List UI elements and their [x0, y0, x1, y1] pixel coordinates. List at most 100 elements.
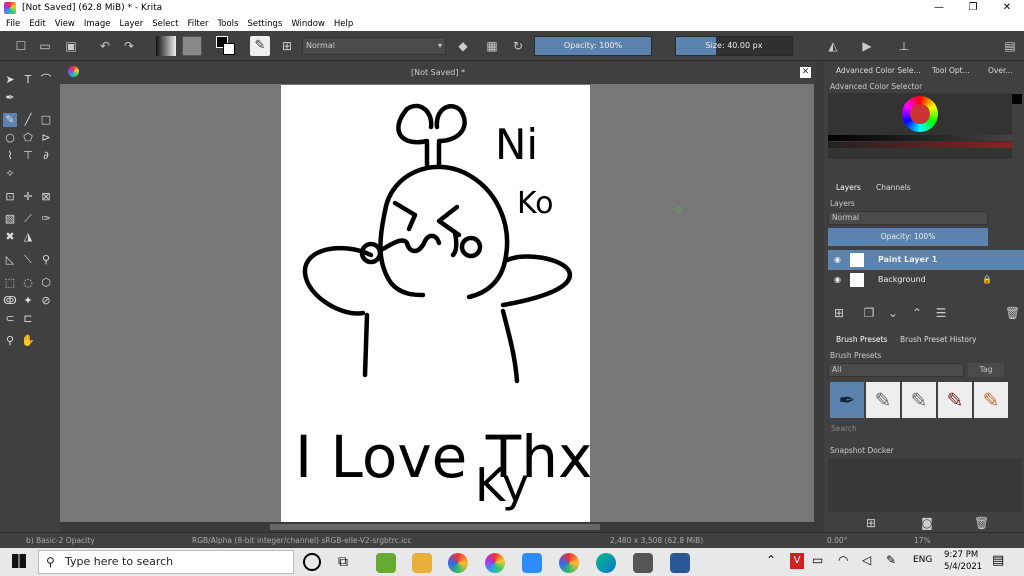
menu-image[interactable]: Image	[84, 19, 111, 29]
drawing-canvas[interactable]: Ni Ko I Love Thx Ky	[281, 85, 590, 522]
similar-selection-icon[interactable]: ⊘	[39, 294, 53, 308]
bezier-tool-icon[interactable]: ⌇	[3, 149, 17, 163]
color-picker-tool-icon[interactable]: ⟋	[21, 212, 35, 226]
text-tool-icon[interactable]: T	[21, 73, 35, 87]
cortana-icon[interactable]	[303, 553, 321, 571]
krita-taskbar-icon[interactable]	[485, 553, 505, 573]
layer-blend-select[interactable]: Normal	[828, 211, 988, 225]
add-layer-icon[interactable]: ⊞	[832, 306, 846, 320]
tab-tool-options[interactable]: Tool Opt...	[932, 64, 970, 78]
tab-layers[interactable]: Layers	[836, 181, 861, 195]
chrome-icon-2[interactable]	[559, 553, 579, 573]
line-tool-icon[interactable]: ╱	[21, 113, 35, 127]
clock-date[interactable]: 5/4/2021	[944, 562, 982, 572]
wrap-around-icon[interactable]: ⊥	[897, 39, 911, 53]
move-layer-down-icon[interactable]: ⌄	[886, 306, 900, 320]
visibility-eye-icon[interactable]: ◉	[834, 270, 841, 290]
current-color-swatch[interactable]	[1012, 94, 1022, 104]
windows-start-icon[interactable]	[12, 554, 26, 568]
delete-snapshot-icon[interactable]: 🗑	[974, 516, 989, 530]
layer-opacity-slider[interactable]: Opacity: 100%	[828, 228, 988, 246]
menu-window[interactable]: Window	[291, 19, 325, 29]
polygonal-selection-icon[interactable]: ⬡	[39, 276, 53, 290]
rectangle-tool-icon[interactable]: □	[39, 113, 53, 127]
preserve-alpha-icon[interactable]: ▦	[485, 39, 499, 53]
magnetic-selection-icon[interactable]: ⊏	[21, 312, 35, 326]
tab-channels[interactable]: Channels	[876, 181, 911, 195]
new-document-icon[interactable]: ☐	[14, 39, 28, 53]
reload-preset-icon[interactable]: ↻	[511, 39, 525, 53]
freehand-selection-icon[interactable]: ↂ	[3, 294, 17, 308]
freehand-brush-tool-icon[interactable]: ✎	[3, 113, 17, 127]
color-selector-area[interactable]	[828, 93, 1012, 159]
move-layer-up-icon[interactable]: ⌃	[910, 306, 924, 320]
tab-overview[interactable]: Over...	[988, 64, 1013, 78]
reference-tool-icon[interactable]: ⚲	[39, 253, 53, 267]
dockers-toggle-icon[interactable]: ▤	[1003, 39, 1017, 53]
minimize-button[interactable]: —	[922, 0, 956, 16]
layer-row-paint-layer-1[interactable]: ◉ Paint Layer 1	[828, 250, 1024, 270]
shade-strip-2[interactable]	[828, 142, 1012, 148]
dynamic-brush-tool-icon[interactable]: ∂	[39, 149, 53, 163]
edit-shapes-tool-icon[interactable]: ⌒	[39, 73, 53, 87]
vertical-scrollbar[interactable]	[814, 84, 824, 522]
zoom-app-icon[interactable]	[522, 553, 542, 573]
tab-advanced-color-selector[interactable]: Advanced Color Sele...	[836, 64, 921, 78]
elliptical-selection-icon[interactable]: ◌	[21, 276, 35, 290]
task-view-icon[interactable]: ⧉	[338, 554, 348, 570]
brush-settings-icon[interactable]: ⊞	[280, 39, 294, 53]
measure-tool-icon[interactable]: ⟍	[21, 253, 35, 267]
pan-tool-icon[interactable]: ✋	[21, 334, 35, 348]
open-folder-icon[interactable]: ▭	[38, 39, 52, 53]
layer-properties-icon[interactable]: ☰	[934, 306, 948, 320]
contiguous-selection-icon[interactable]: ✦	[21, 294, 35, 308]
freehand-path-tool-icon[interactable]: ⊤	[21, 149, 35, 163]
brush-search-field[interactable]: Search	[828, 422, 1022, 435]
calligraphy-tool-icon[interactable]: ✒	[3, 91, 17, 105]
shade-strip-1[interactable]	[828, 135, 1012, 141]
tag-button[interactable]: Tag	[968, 363, 1004, 377]
size-slider[interactable]: Size: 40.00 px	[675, 36, 793, 56]
ellipse-tool-icon[interactable]: ○	[3, 131, 17, 145]
delete-layer-icon[interactable]: 🗑	[1005, 306, 1020, 320]
tab-brush-presets[interactable]: Brush Presets	[836, 333, 887, 347]
brush-preset-4[interactable]: ✎	[938, 382, 972, 418]
lock-icon[interactable]: 🔒	[982, 270, 992, 290]
mirror-vertical-icon[interactable]: ▶	[860, 39, 874, 53]
menu-settings[interactable]: Settings	[247, 19, 282, 29]
rectangular-selection-icon[interactable]: ⬚	[3, 276, 17, 290]
snapshot-list[interactable]	[828, 458, 1022, 512]
menu-file[interactable]: File	[6, 19, 20, 29]
brush-filter-select[interactable]: All	[828, 363, 964, 377]
camera-app-icon[interactable]	[633, 553, 653, 573]
gradient-tool-icon[interactable]: ▧	[3, 212, 17, 226]
transform-tool-icon[interactable]: ⊠	[39, 190, 53, 204]
vivaldi-tray-icon[interactable]: V	[790, 553, 804, 569]
fill-tool-icon[interactable]: ◮	[21, 230, 35, 244]
mirror-horizontal-icon[interactable]: ◭	[826, 39, 840, 53]
app-icon-1[interactable]	[376, 553, 396, 573]
brush-preset-icon[interactable]: ✎	[250, 36, 270, 56]
clock-time[interactable]: 9:27 PM	[944, 550, 978, 560]
visibility-eye-icon[interactable]: ◉	[834, 250, 841, 270]
bezier-selection-icon[interactable]: ⊂	[3, 312, 17, 326]
add-snapshot-icon[interactable]: ⊞	[864, 516, 878, 530]
notifications-icon[interactable]: ▤	[992, 553, 1004, 568]
horizontal-scroll-thumb[interactable]	[270, 524, 600, 530]
menu-layer[interactable]: Layer	[120, 19, 144, 29]
volume-icon[interactable]: ◁	[862, 553, 871, 567]
redo-icon[interactable]: ↷	[122, 39, 136, 53]
menu-select[interactable]: Select	[152, 19, 178, 29]
close-document-button[interactable]: ✕	[800, 67, 811, 78]
file-explorer-icon[interactable]	[412, 553, 432, 573]
polygon-tool-icon[interactable]: ⬠	[21, 131, 35, 145]
menu-filter[interactable]: Filter	[187, 19, 208, 29]
document-page[interactable]: Ni Ko I Love Thx Ky	[281, 85, 590, 522]
zoom-tool-icon[interactable]: ⚲	[3, 334, 17, 348]
menu-tools[interactable]: Tools	[218, 19, 239, 29]
select-shape-tool-icon[interactable]: ➤	[3, 73, 17, 87]
pen-workspace-icon[interactable]: ✎	[886, 553, 896, 567]
close-window-button[interactable]: ✕	[990, 0, 1024, 16]
document-tab[interactable]: [Not Saved] *	[60, 62, 816, 84]
background-color-swatch[interactable]	[223, 43, 235, 55]
